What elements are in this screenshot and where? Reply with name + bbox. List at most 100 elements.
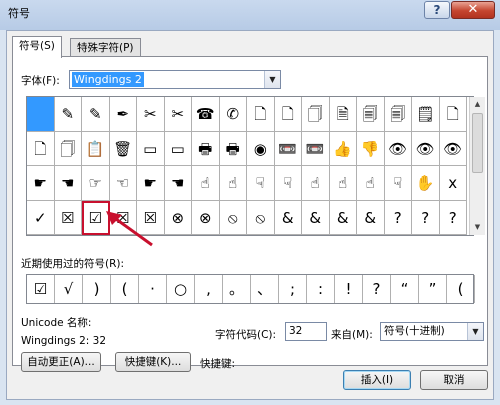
recent-symbol-cell[interactable]: 。 [223,275,251,303]
symbol-cell[interactable]: 🖶 [219,131,247,166]
symbol-cell[interactable]: ☝ [192,166,220,201]
symbol-cell[interactable]: ☝ [219,166,247,201]
symbol-cell[interactable]: & [274,200,302,235]
symbol-cell[interactable]: ✆ [219,97,247,132]
symbol-cell[interactable]: ✎ [82,97,110,132]
recent-symbol-cell[interactable]: : [307,275,335,303]
symbol-cell[interactable]: x [439,166,467,201]
symbol-cell[interactable]: ⊗ [192,200,220,235]
symbol-cell[interactable]: ✒ [109,97,137,132]
recent-symbol-cell[interactable]: 、 [251,275,279,303]
symbol-cell[interactable]: 🗋 [247,97,275,132]
shortcut-key-button[interactable]: 快捷键(K)... [115,352,191,372]
from-select[interactable]: 符号(十进制) ▼ [380,322,484,341]
symbol-cell[interactable]: ☞ [82,166,110,201]
symbol-cell[interactable]: 🗑 [109,131,137,166]
symbol-cell[interactable]: ☚ [164,166,192,201]
symbol-cell[interactable]: ⦸ [247,200,275,235]
symbol-cell[interactable]: 👁 [384,131,412,166]
recent-symbol-cell[interactable]: , [195,275,223,303]
tab-special-characters[interactable]: 特殊字符(P) [70,38,141,58]
symbol-cell[interactable]: ⦸ [219,200,247,235]
symbol-cell[interactable]: 👁 [439,131,467,166]
symbol-cell[interactable]: ☝ [329,166,357,201]
symbol-cell[interactable]: 👎 [357,131,385,166]
symbol-cell[interactable]: ✎ [54,97,82,132]
char-code-input[interactable]: 32 [285,322,327,341]
symbol-cell[interactable]: ☝ [302,166,330,201]
help-icon[interactable]: ? [424,1,450,19]
from-value: 符号(十进制) [384,325,445,337]
symbol-cell[interactable]: ▭ [137,131,165,166]
scroll-down-icon[interactable]: ▼ [470,220,485,234]
symbol-cell[interactable]: ☚ [54,166,82,201]
symbol-grid[interactable]: ▲ ▼ ✎ ✎ ✒ ✂ ✂ ☎ ✆ 🗋 🗋 🗍 🗎 🗐 🗐 🗒 🗋 🗋 🗍 📋 🗑 ▭ ▭ 🖶 🖶 ◉ 📼 📼 👍 👎 👁 👁 👁 ☛ ☚ ☞ ☜ ☛… [26,96,485,236]
symbol-cell[interactable]: ✓ [27,200,55,235]
symbol-cell[interactable]: 📼 [302,131,330,166]
symbol-cell[interactable]: 🗋 [439,97,467,132]
insert-button[interactable]: 插入(I) [343,370,411,390]
symbol-cell[interactable]: 📼 [274,131,302,166]
scrollbar[interactable]: ▲ ▼ [469,97,485,235]
symbol-cell[interactable] [27,97,55,132]
symbols-tab-panel: 字体(F): Wingdings 2 ▼ ▲ ▼ ✎ ✎ ✒ ✂ ✂ ☎ ✆ 🗋 🗋 🗍 🗎 🗐 🗐 🗒 🗋… [12,56,488,372]
symbol-cell[interactable]: ◉ [247,131,275,166]
symbol-cell[interactable]: 👁 [412,131,440,166]
recent-symbol-cell[interactable]: ( [111,275,139,303]
symbol-cell[interactable]: ✂ [164,97,192,132]
symbol-cell[interactable]: ☟ [247,166,275,201]
chevron-down-icon[interactable]: ▼ [467,323,483,340]
symbol-cell[interactable]: ? [412,200,440,235]
symbol-cell[interactable]: 🗎 [329,97,357,132]
recent-symbol-cell[interactable]: √ [55,275,83,303]
symbol-cell[interactable]: 📋 [82,131,110,166]
recent-symbol-cell[interactable]: ? [363,275,391,303]
recent-symbol-cell[interactable]: ) [83,275,111,303]
symbol-cell[interactable]: 🗐 [384,97,412,132]
symbol-cell[interactable]: 🖶 [192,131,220,166]
symbol-cell[interactable]: 🗍 [302,97,330,132]
recent-symbol-cell[interactable]: ( [447,275,475,303]
autocorrect-button[interactable]: 自动更正(A)... [21,352,101,372]
tab-symbols[interactable]: 符号(S) [12,36,62,58]
symbol-cell[interactable]: & [302,200,330,235]
close-icon[interactable]: ✕ [451,1,495,19]
unicode-name-label: Unicode 名称: [21,317,92,329]
symbol-cell[interactable]: ⊗ [164,200,192,235]
symbol-cell[interactable]: ☟ [274,166,302,201]
recent-symbol-cell[interactable]: “ [391,275,419,303]
scroll-thumb[interactable] [472,113,483,173]
window-title: 符号 [8,7,30,20]
symbol-cell[interactable]: ☛ [137,166,165,201]
recent-symbols-list[interactable]: ☑ √)(· ○,。、;:!? “”( [26,274,475,304]
symbol-cell[interactable]: 👍 [329,131,357,166]
chevron-down-icon[interactable]: ▼ [264,71,280,88]
recent-symbol-cell[interactable]: ” [419,275,447,303]
symbol-cell[interactable]: ▭ [164,131,192,166]
symbol-cell[interactable]: 🗐 [357,97,385,132]
symbol-cell[interactable]: ☜ [109,166,137,201]
symbol-cell[interactable]: 🗍 [54,131,82,166]
symbol-cell[interactable]: ☟ [384,166,412,201]
recent-symbol-cell[interactable]: ; [279,275,307,303]
symbol-cell[interactable]: ☛ [27,166,55,201]
recent-symbol-cell[interactable]: ○ [167,275,195,303]
cancel-button[interactable]: 取消 [420,370,488,390]
symbol-cell[interactable]: ☝ [357,166,385,201]
symbol-cell[interactable]: ? [384,200,412,235]
symbol-cell[interactable]: 🗒 [412,97,440,132]
recent-symbol-cell[interactable]: · [139,275,167,303]
symbol-cell[interactable]: 🗋 [274,97,302,132]
recent-symbol-cell[interactable]: ! [335,275,363,303]
symbol-cell[interactable]: ✋ [412,166,440,201]
recent-symbol-cell[interactable]: ☑ [27,275,55,303]
symbol-cell[interactable]: 🗋 [27,131,55,166]
symbol-cell[interactable]: ? [439,200,467,235]
font-select[interactable]: Wingdings 2 ▼ [69,70,281,89]
symbol-cell[interactable]: ✂ [137,97,165,132]
scroll-up-icon[interactable]: ▲ [470,97,485,111]
symbol-cell[interactable]: ☒ [54,200,82,235]
symbol-cell[interactable]: ☎ [192,97,220,132]
symbol-cell[interactable]: & [357,200,385,235]
symbol-cell[interactable]: & [329,200,357,235]
